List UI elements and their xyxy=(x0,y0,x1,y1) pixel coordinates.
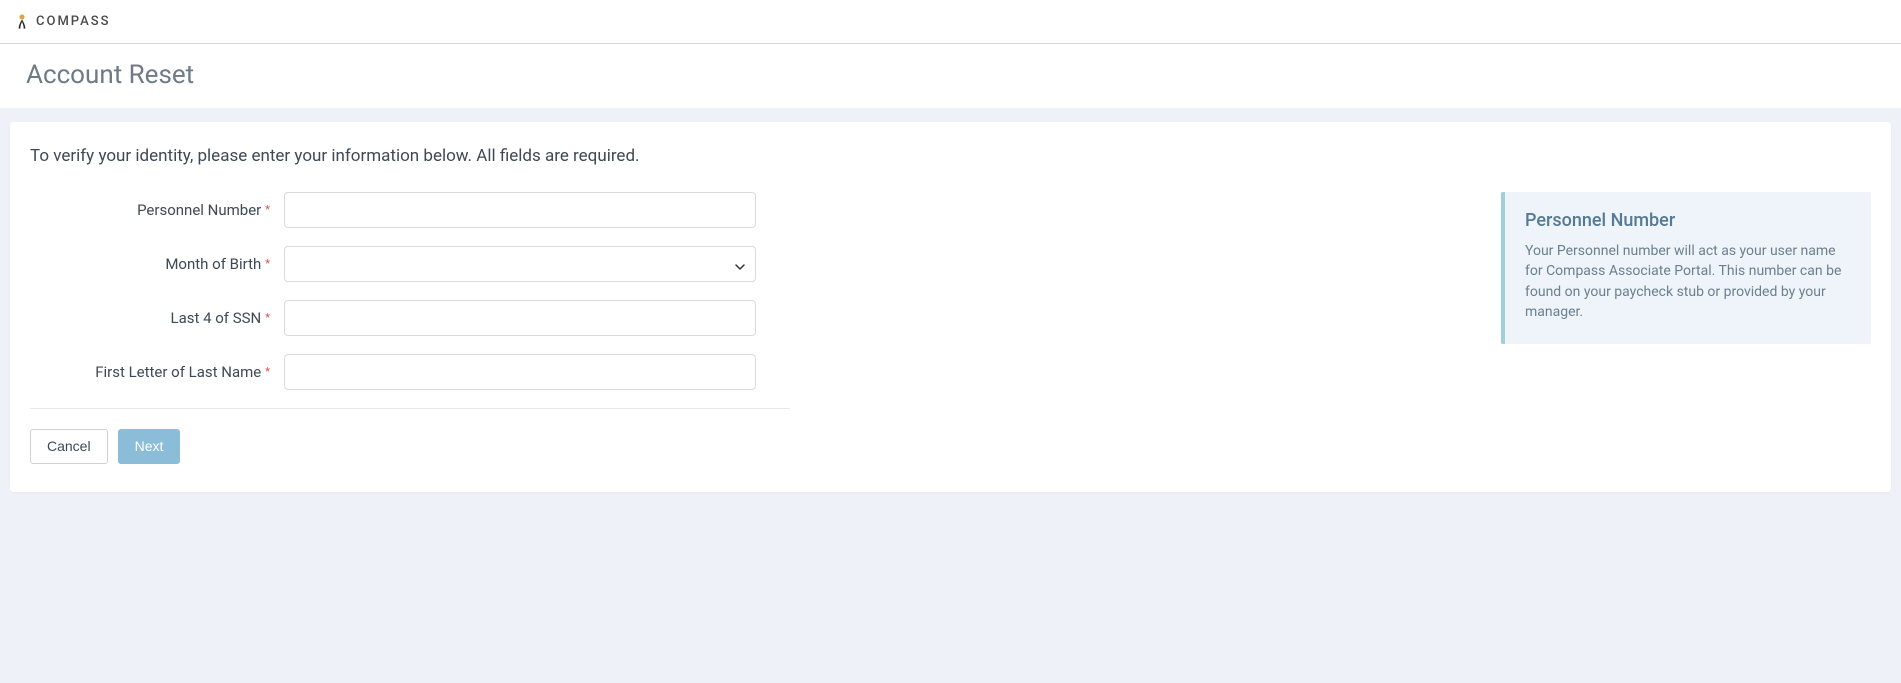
personnel-number-label: Personnel Number xyxy=(30,201,284,219)
divider xyxy=(30,408,790,409)
info-body: Your Personnel number will act as your u… xyxy=(1525,241,1851,322)
page-title: Account Reset xyxy=(26,60,1875,90)
ssn-label: Last 4 of SSN xyxy=(30,309,284,327)
intro-text: To verify your identity, please enter yo… xyxy=(30,146,1871,166)
ssn-input[interactable] xyxy=(284,300,756,336)
month-of-birth-select[interactable] xyxy=(284,246,756,282)
lastname-label: First Letter of Last Name xyxy=(30,363,284,381)
form-column: Personnel Number Month of Birth xyxy=(30,192,790,464)
personnel-number-input[interactable] xyxy=(284,192,756,228)
form-card: To verify your identity, please enter yo… xyxy=(10,122,1891,492)
info-title: Personnel Number xyxy=(1525,210,1851,231)
button-row: Cancel Next xyxy=(30,429,790,464)
content-row: Personnel Number Month of Birth xyxy=(30,192,1871,464)
header-bar: COMPASS xyxy=(0,0,1901,44)
info-column: Personnel Number Your Personnel number w… xyxy=(1501,192,1871,344)
next-button[interactable]: Next xyxy=(118,429,181,464)
compass-logo-icon xyxy=(12,12,32,32)
brand-text: COMPASS xyxy=(36,14,111,29)
form-group-month: Month of Birth xyxy=(30,246,790,282)
page-title-region: Account Reset xyxy=(0,44,1901,108)
form-group-ssn: Last 4 of SSN xyxy=(30,300,790,336)
form-group-lastname: First Letter of Last Name xyxy=(30,354,790,390)
form-group-personnel: Personnel Number xyxy=(30,192,790,228)
cancel-button[interactable]: Cancel xyxy=(30,429,108,464)
month-of-birth-label: Month of Birth xyxy=(30,255,284,273)
brand-logo: COMPASS xyxy=(12,12,111,32)
lastname-input[interactable] xyxy=(284,354,756,390)
info-panel: Personnel Number Your Personnel number w… xyxy=(1501,192,1871,344)
